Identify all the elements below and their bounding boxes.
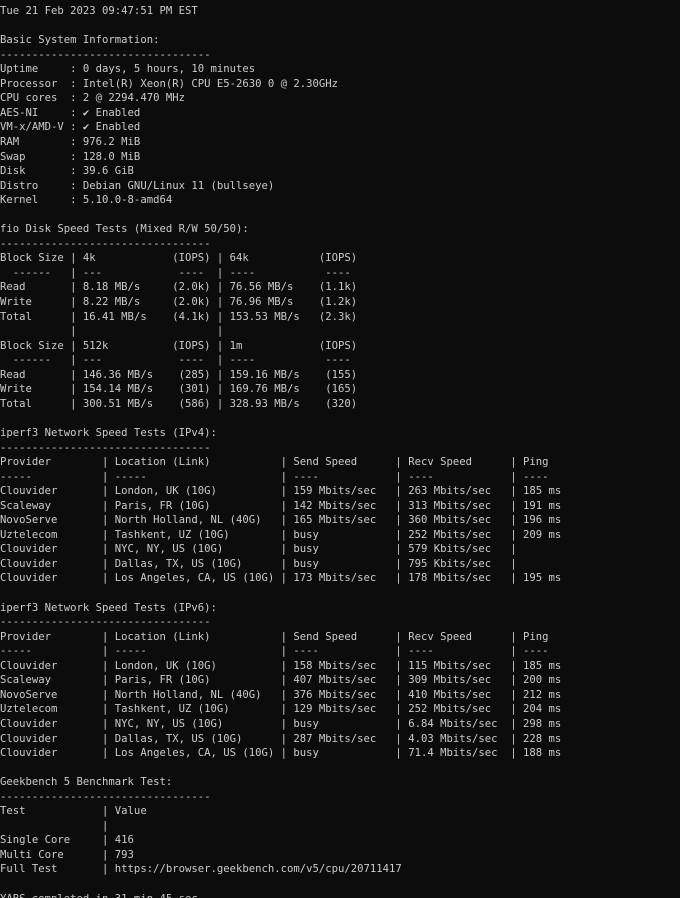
terminal-line: CPU cores : 2 @ 2294.470 MHz: [0, 92, 185, 105]
terminal-line: Provider | Location (Link) | Send Speed …: [0, 630, 549, 643]
terminal-line: Block Size | 512k (IOPS) | 1m (IOPS): [0, 339, 358, 352]
terminal-line: ---------------------------------: [0, 441, 211, 454]
terminal-line: |: [0, 819, 109, 832]
terminal-line: YABS completed in 31 min 45 sec: [0, 892, 198, 898]
terminal-line: Scaleway | Paris, FR (10G) | 142 Mbits/s…: [0, 499, 562, 512]
terminal-line: ---------------------------------: [0, 790, 211, 803]
terminal-line: RAM : 976.2 MiB: [0, 135, 141, 148]
terminal-line: Multi Core | 793: [0, 848, 134, 861]
terminal-line: Single Core | 416: [0, 834, 134, 847]
terminal-line: ------ | --- ---- | ---- ----: [0, 266, 351, 279]
terminal-line: Kernel : 5.10.0-8-amd64: [0, 194, 173, 207]
terminal-line: fio Disk Speed Tests (Mixed R/W 50/50):: [0, 223, 249, 236]
terminal-line: Uztelecom | Tashkent, UZ (10G) | 129 Mbi…: [0, 703, 562, 716]
terminal-line: Clouvider | Dallas, TX, US (10G) | busy …: [0, 557, 517, 570]
terminal-line: Provider | Location (Link) | Send Speed …: [0, 456, 549, 469]
terminal-line: NovoServe | North Holland, NL (40G) | 16…: [0, 514, 562, 527]
terminal-line: NovoServe | North Holland, NL (40G) | 37…: [0, 688, 562, 701]
terminal-line: Clouvider | NYC, NY, US (10G) | busy | 5…: [0, 543, 517, 556]
terminal-line: iperf3 Network Speed Tests (IPv4):: [0, 426, 217, 439]
terminal-line: Geekbench 5 Benchmark Test:: [0, 776, 173, 789]
terminal-output: Tue 21 Feb 2023 09:47:51 PM EST Basic Sys…: [0, 4, 680, 898]
terminal-line: ------ | --- ---- | ---- ----: [0, 354, 351, 367]
terminal-line: Clouvider | Dallas, TX, US (10G) | 287 M…: [0, 732, 562, 745]
terminal-line: Test | Value: [0, 805, 147, 818]
terminal-line: Scaleway | Paris, FR (10G) | 407 Mbits/s…: [0, 674, 562, 687]
terminal-line: Read | 146.36 MB/s (285) | 159.16 MB/s (…: [0, 368, 358, 381]
terminal-line: Total | 16.41 MB/s (4.1k) | 153.53 MB/s …: [0, 310, 358, 323]
terminal-line: VM-x/AMD-V : ✔ Enabled: [0, 121, 141, 134]
terminal-line: Distro : Debian GNU/Linux 11 (bullseye): [0, 179, 275, 192]
terminal-line: Clouvider | Los Angeles, CA, US (10G) | …: [0, 747, 562, 760]
terminal-line: Uptime : 0 days, 5 hours, 10 minutes: [0, 63, 256, 76]
terminal-line: Clouvider | London, UK (10G) | 159 Mbits…: [0, 485, 562, 498]
terminal-line: iperf3 Network Speed Tests (IPv6):: [0, 601, 217, 614]
terminal-line: ---------------------------------: [0, 237, 211, 250]
terminal-line: ---------------------------------: [0, 616, 211, 629]
terminal-line: Read | 8.18 MB/s (2.0k) | 76.56 MB/s (1.…: [0, 281, 358, 294]
terminal-line: Basic System Information:: [0, 34, 160, 47]
terminal-line: Write | 8.22 MB/s (2.0k) | 76.96 MB/s (1…: [0, 296, 358, 308]
terminal-line: Swap : 128.0 MiB: [0, 150, 141, 163]
terminal-line: Disk : 39.6 GiB: [0, 165, 134, 178]
terminal-line: Write | 154.14 MB/s (301) | 169.76 MB/s …: [0, 383, 358, 396]
terminal-line: Clouvider | NYC, NY, US (10G) | busy | 6…: [0, 717, 562, 730]
terminal-line: | |: [0, 325, 224, 338]
terminal-line: Total | 300.51 MB/s (586) | 328.93 MB/s …: [0, 397, 358, 410]
terminal-line: Full Test | https://browser.geekbench.co…: [0, 863, 402, 876]
terminal-line: ----- | ----- | ---- | ---- | ----: [0, 645, 549, 658]
terminal-line: Uztelecom | Tashkent, UZ (10G) | busy | …: [0, 528, 562, 541]
terminal-line: Block Size | 4k (IOPS) | 64k (IOPS): [0, 252, 358, 265]
terminal-line: Processor : Intel(R) Xeon(R) CPU E5-2630…: [0, 77, 339, 90]
terminal-line: Clouvider | London, UK (10G) | 158 Mbits…: [0, 659, 562, 672]
terminal-line: Tue 21 Feb 2023 09:47:51 PM EST: [0, 5, 198, 17]
terminal-line: ----- | ----- | ---- | ---- | ----: [0, 470, 549, 483]
terminal-line: AES-NI : ✔ Enabled: [0, 106, 141, 119]
terminal-line: Clouvider | Los Angeles, CA, US (10G) | …: [0, 572, 562, 585]
terminal-line: ---------------------------------: [0, 48, 211, 61]
